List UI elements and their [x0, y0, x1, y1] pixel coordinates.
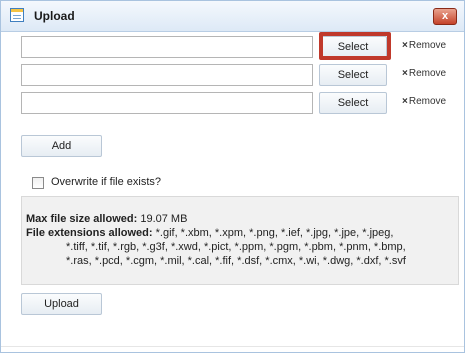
remove-icon: × — [402, 96, 408, 107]
document-icon — [10, 8, 24, 22]
close-button[interactable]: x — [433, 8, 457, 25]
extensions-value-3: *.ras, *.pcd, *.cgm, *.mil, *.cal, *.fif… — [66, 255, 406, 267]
remove-label: Remove — [408, 68, 447, 79]
add-button[interactable]: Add — [21, 135, 102, 157]
remove-link[interactable]: ×Remove — [402, 96, 446, 107]
max-size-value: 19.07 MB — [140, 213, 188, 225]
select-button[interactable]: Select — [319, 64, 387, 86]
upload-dialog: Upload x Select ×Remove Select ×Remove S… — [0, 0, 465, 353]
remove-icon: × — [402, 68, 408, 79]
overwrite-label: Overwrite if file exists? — [51, 176, 162, 188]
max-size-label: Max file size allowed: — [26, 213, 138, 225]
remove-label: Remove — [408, 96, 447, 107]
upload-info-panel: Max file size allowed: 19.07 MB File ext… — [21, 196, 459, 285]
remove-label: Remove — [408, 40, 447, 51]
file-path-input[interactable] — [21, 92, 313, 114]
remove-link[interactable]: ×Remove — [402, 68, 446, 79]
extensions-label: File extensions allowed: — [26, 227, 153, 239]
file-path-input[interactable] — [21, 36, 313, 58]
extensions-block: File extensions allowed: *.gif, *.xbm, *… — [26, 226, 451, 268]
max-size-line: Max file size allowed: 19.07 MB — [26, 212, 187, 226]
extensions-value-1: *.gif, *.xbm, *.xpm, *.png, *.ief, *.jpg… — [155, 227, 394, 239]
extensions-value-2: *.tiff, *.tif, *.rgb, *.g3f, *.xwd, *.pi… — [66, 241, 406, 253]
remove-link[interactable]: ×Remove — [402, 40, 446, 51]
file-path-input[interactable] — [21, 64, 313, 86]
upload-button[interactable]: Upload — [21, 293, 102, 315]
dialog-title: Upload — [34, 9, 75, 23]
dialog-titlebar[interactable]: Upload x — [1, 1, 464, 32]
select-button-highlight — [319, 32, 391, 60]
overwrite-checkbox[interactable] — [32, 177, 44, 189]
remove-icon: × — [402, 40, 408, 51]
select-button[interactable]: Select — [319, 92, 387, 114]
divider — [1, 346, 464, 347]
